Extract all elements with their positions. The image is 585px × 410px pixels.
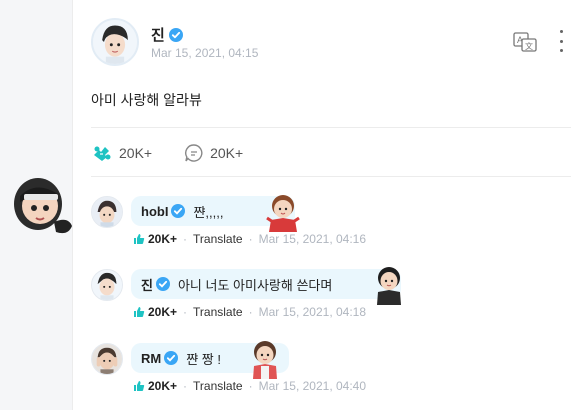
divider-bottom bbox=[91, 176, 571, 177]
avatar-illustration bbox=[92, 197, 122, 227]
comment-item: 진 아니 너도 아미사랑해 쓴다며 20K+ · Translate · Mar… bbox=[91, 267, 571, 321]
avatar-illustration bbox=[92, 270, 122, 300]
comment-author[interactable]: RM bbox=[141, 351, 161, 366]
verified-icon bbox=[171, 204, 186, 218]
sticker-icon bbox=[253, 341, 277, 379]
like-stat[interactable]: 20K+ bbox=[91, 143, 152, 163]
comment-text: 아니 너도 아미사랑해 쓴다며 bbox=[177, 277, 333, 293]
verified-icon bbox=[164, 351, 179, 365]
translate-link[interactable]: Translate bbox=[193, 379, 243, 393]
translate-icon[interactable]: A 文 bbox=[513, 32, 537, 52]
post-header: 진 Mar 15, 2021, 04:15 A 文 bbox=[91, 18, 571, 68]
comment-time: Mar 15, 2021, 04:16 bbox=[258, 232, 367, 246]
comment-text: 쨘 짱 ! bbox=[186, 351, 221, 367]
comment-meta: 20K+ · Translate · Mar 15, 2021, 04:18 bbox=[133, 305, 366, 319]
separator: · bbox=[183, 379, 188, 393]
comment-time: Mar 15, 2021, 04:18 bbox=[258, 305, 367, 319]
separator: · bbox=[248, 379, 253, 393]
comment-avatar[interactable] bbox=[91, 269, 123, 301]
author-name[interactable]: 진 bbox=[151, 24, 165, 45]
translate-link[interactable]: Translate bbox=[193, 305, 243, 319]
thumbs-up-icon bbox=[134, 381, 145, 391]
avatar-illustration bbox=[92, 344, 122, 374]
comment-author[interactable]: hobI bbox=[141, 204, 168, 219]
comment-author-row: hobI bbox=[141, 204, 186, 219]
author-avatar[interactable] bbox=[91, 18, 139, 66]
svg-text:文: 文 bbox=[525, 41, 533, 51]
comment-time: Mar 15, 2021, 04:40 bbox=[258, 379, 367, 393]
sticker-icon bbox=[377, 267, 401, 305]
divider-top bbox=[91, 127, 571, 128]
comment-meta: 20K+ · Translate · Mar 15, 2021, 04:16 bbox=[133, 232, 366, 246]
comment-author-row: RM bbox=[141, 351, 179, 366]
verified-icon bbox=[155, 277, 170, 291]
like-count: 20K+ bbox=[119, 145, 153, 161]
separator: · bbox=[183, 232, 188, 246]
separator: · bbox=[248, 305, 253, 319]
more-options-icon[interactable] bbox=[557, 30, 565, 52]
comment-author-row: 진 bbox=[141, 275, 170, 294]
translate-link[interactable]: Translate bbox=[193, 232, 243, 246]
comment-item: hobI 쨘,,,,, 20K+ · Translate · Mar 15, 2… bbox=[91, 195, 571, 248]
comment-count: 20K+ bbox=[210, 145, 244, 161]
sticker-character-left bbox=[14, 178, 72, 234]
post-text: 아미 사랑해 알라뷰 bbox=[91, 92, 202, 108]
comment-like[interactable]: 20K+ bbox=[133, 305, 177, 319]
comment-like[interactable]: 20K+ bbox=[133, 379, 177, 393]
thumbs-up-icon bbox=[134, 234, 145, 244]
comment-avatar[interactable] bbox=[91, 343, 123, 375]
like-icon bbox=[94, 146, 111, 161]
post-card: 진 Mar 15, 2021, 04:15 A 文 아미 사랑해 알라뷰 20K… bbox=[72, 0, 585, 410]
separator: · bbox=[248, 232, 253, 246]
comment-icon bbox=[185, 144, 203, 162]
post-stats: 20K+ 20K+ bbox=[91, 140, 243, 166]
comment-like[interactable]: 20K+ bbox=[133, 232, 177, 246]
avatar-illustration bbox=[93, 20, 137, 64]
comment-text: 쨘,,,,, bbox=[193, 204, 224, 220]
thumbs-up-icon bbox=[134, 307, 145, 317]
comment-like-count: 20K+ bbox=[148, 379, 178, 393]
comment-like-count: 20K+ bbox=[148, 232, 178, 246]
author-name-row: 진 bbox=[151, 24, 183, 45]
comment-item: RM 쨘 짱 ! 20K+ · Translate · Mar 15, 2021… bbox=[91, 341, 571, 395]
sticker-icon bbox=[266, 195, 300, 232]
comment-avatar[interactable] bbox=[91, 196, 123, 228]
comment-author[interactable]: 진 bbox=[141, 275, 153, 294]
comment-meta: 20K+ · Translate · Mar 15, 2021, 04:40 bbox=[133, 379, 366, 393]
separator: · bbox=[183, 305, 188, 319]
comment-bubble: 진 아니 너도 아미사랑해 쓴다며 bbox=[131, 269, 401, 299]
post-date: Mar 15, 2021, 04:15 bbox=[151, 46, 259, 60]
comment-like-count: 20K+ bbox=[148, 305, 178, 319]
verified-icon bbox=[168, 27, 183, 42]
comment-stat[interactable]: 20K+ bbox=[184, 143, 243, 163]
